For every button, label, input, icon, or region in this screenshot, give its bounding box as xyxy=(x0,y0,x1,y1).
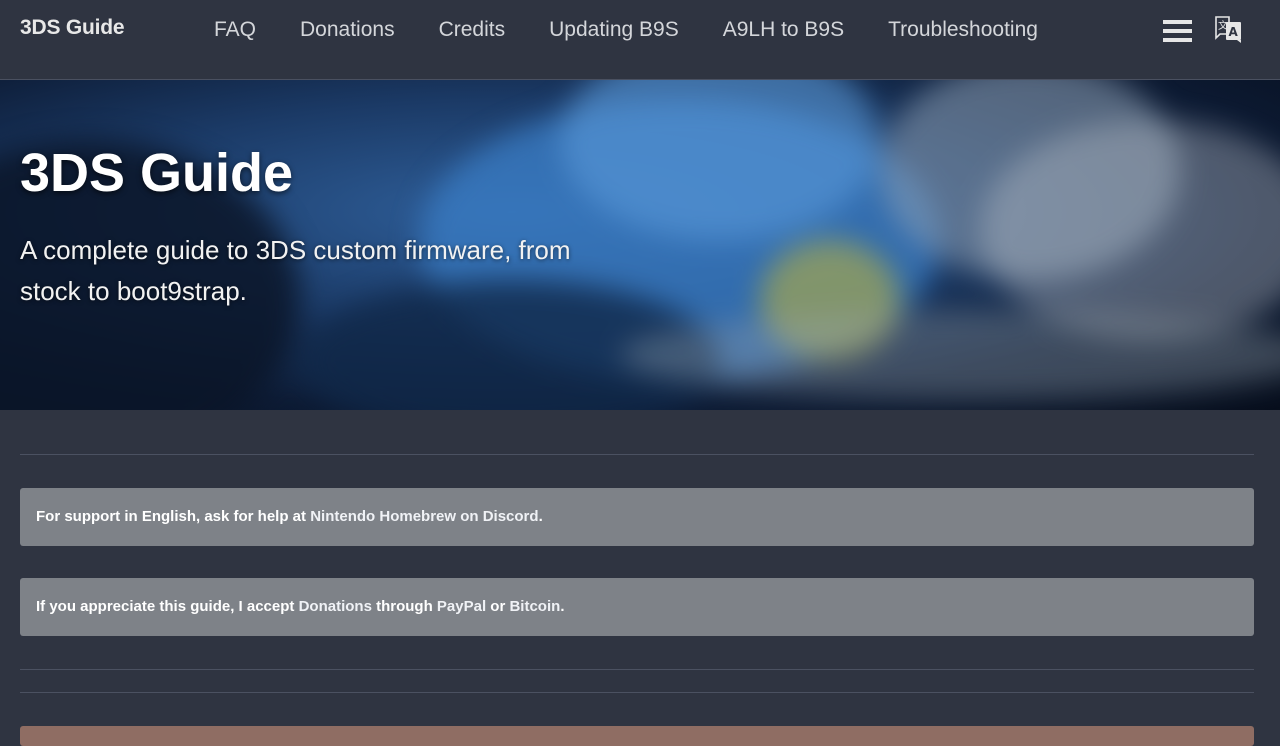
divider xyxy=(20,454,1254,455)
navbar: 3DS Guide FAQ Donations Credits Updating… xyxy=(0,0,1280,80)
donation-notice-or: or xyxy=(486,598,510,615)
brand-link[interactable]: 3DS Guide xyxy=(20,16,125,40)
nav-link-a9lh-to-b9s[interactable]: A9LH to B9S xyxy=(701,16,866,43)
nav-link-updating-b9s[interactable]: Updating B9S xyxy=(527,16,701,43)
nav-link-donations[interactable]: Donations xyxy=(278,16,417,43)
donation-notice-text: If you appreciate this guide, I accept xyxy=(36,598,299,615)
support-notice: For support in English, ask for help at … xyxy=(20,488,1254,546)
nav-link-credits[interactable]: Credits xyxy=(417,16,528,43)
donation-notice: If you appreciate this guide, I accept D… xyxy=(20,578,1254,636)
hamburger-bar xyxy=(1163,20,1192,24)
hamburger-bar xyxy=(1163,38,1192,42)
support-notice-text: For support in English, ask for help at xyxy=(36,508,311,525)
donations-link[interactable]: Donations xyxy=(299,598,372,615)
svg-text:A: A xyxy=(1229,25,1239,39)
hamburger-bar xyxy=(1163,29,1192,33)
hamburger-menu-icon[interactable] xyxy=(1163,20,1192,44)
nav-item-faq: FAQ xyxy=(192,16,278,43)
paypal-link[interactable]: PayPal xyxy=(437,598,486,615)
donation-notice-end: . xyxy=(560,598,565,615)
discord-link[interactable]: Nintendo Homebrew on Discord xyxy=(310,508,538,525)
support-notice-end: . xyxy=(538,508,543,525)
warning-notice xyxy=(20,726,1254,746)
hero-title: 3DS Guide xyxy=(20,143,294,203)
nav-item-donations: Donations xyxy=(278,16,417,43)
nav-links: FAQ Donations Credits Updating B9S A9LH … xyxy=(192,16,1060,43)
nav-item-a9lh-to-b9s: A9LH to B9S xyxy=(701,16,866,43)
divider xyxy=(20,692,1254,693)
nav-link-troubleshooting[interactable]: Troubleshooting xyxy=(866,16,1060,43)
nav-item-credits: Credits xyxy=(417,16,528,43)
hero-banner: 3DS Guide A complete guide to 3DS custom… xyxy=(0,80,1280,410)
nav-link-faq[interactable]: FAQ xyxy=(192,16,278,43)
divider xyxy=(20,669,1254,670)
hero-subtitle: A complete guide to 3DS custom firmware,… xyxy=(20,235,571,306)
nav-item-troubleshooting: Troubleshooting xyxy=(866,16,1060,43)
translate-icon[interactable]: 文 A xyxy=(1214,14,1244,44)
donation-notice-through: through xyxy=(371,598,437,615)
nav-item-updating-b9s: Updating B9S xyxy=(527,16,701,43)
bitcoin-link[interactable]: Bitcoin xyxy=(509,598,560,615)
